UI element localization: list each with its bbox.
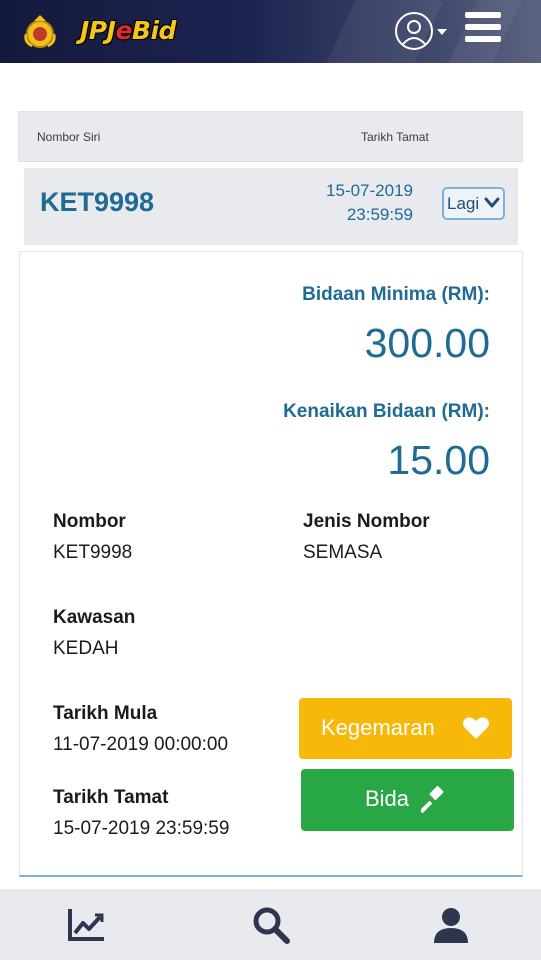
more-button[interactable]: Lagi [442, 187, 505, 220]
gavel-icon [421, 785, 444, 813]
detail-card: Bidaan Minima (RM): 300.00 Kenaikan Bida… [19, 251, 523, 877]
increment-value: 15.00 [387, 437, 490, 483]
end-date-label: Tarikh Tamat [53, 787, 169, 808]
min-bid-label: Bidaan Minima (RM): [302, 284, 490, 305]
end-date-value: 15-07-2019 23:59:59 [53, 818, 230, 839]
number-type-value: SEMASA [303, 542, 383, 563]
start-date-label: Tarikh Mula [53, 703, 158, 724]
search-icon[interactable] [251, 905, 291, 945]
min-bid-value: 300.00 [364, 320, 490, 366]
table-row[interactable]: KET9998 15-07-2019 23:59:59 Lagi [24, 168, 518, 245]
bid-button[interactable]: Bida [301, 769, 514, 831]
menu-icon[interactable] [465, 12, 501, 48]
profile-icon[interactable] [431, 905, 471, 945]
favorite-button[interactable]: Kegemaran [299, 698, 512, 759]
column-end-date: Tarikh Tamat [361, 130, 429, 144]
column-serial-number: Nombor Siri [37, 130, 101, 144]
row-end-date: 15-07-2019 23:59:59 [326, 181, 413, 224]
user-silhouette-icon [402, 20, 426, 45]
jpj-emblem-icon[interactable] [20, 12, 60, 52]
chart-icon[interactable] [67, 905, 107, 945]
user-icon[interactable] [395, 12, 433, 50]
chevron-down-icon [484, 197, 500, 208]
number-type-label: Jenis Nombor [303, 511, 430, 532]
region-label: Kawasan [53, 607, 136, 628]
plate-number: KET9998 [40, 187, 155, 217]
app-logo[interactable]: JPJeBid [80, 16, 176, 45]
number-value: KET9998 [53, 542, 133, 563]
increment-label: Kenaikan Bidaan (RM): [283, 401, 490, 422]
start-date-value: 11-07-2019 00:00:00 [53, 734, 229, 755]
table-header: Nombor Siri Tarikh Tamat [18, 111, 523, 162]
heart-icon [463, 717, 489, 739]
chevron-down-icon[interactable] [437, 29, 447, 35]
region-value: KEDAH [53, 638, 119, 659]
number-label: Nombor [53, 511, 126, 532]
app-root: JPJeBid Nombor Siri Tarikh Tamat KET9998… [0, 0, 541, 960]
bottom-navigation [0, 889, 541, 960]
top-header: JPJeBid [0, 0, 541, 63]
